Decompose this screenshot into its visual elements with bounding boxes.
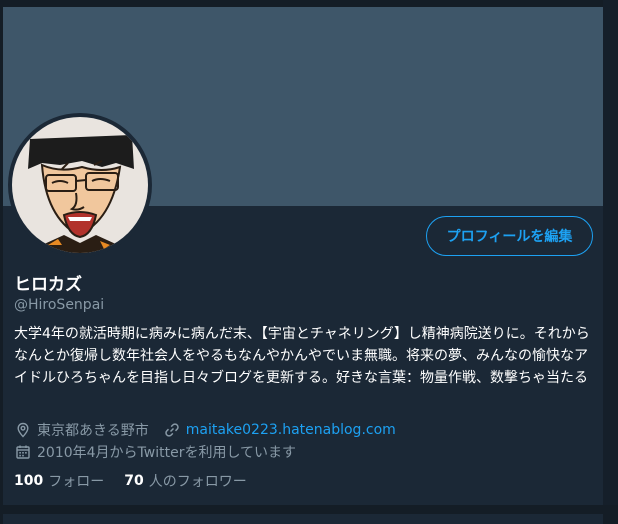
following-count: 100 (14, 473, 44, 489)
profile-bio: 大学4年の就活時期に病みに病んだ末、【宇宙とチャネリング】し精神病院送りに。それ… (14, 326, 590, 386)
calendar-icon (14, 443, 32, 461)
followers-label: 人のフォロワー (148, 474, 247, 490)
avatar[interactable] (8, 113, 152, 257)
edit-profile-button[interactable]: プロフィールを編集 (426, 216, 593, 256)
profile-handle: @HiroSenpai (14, 297, 105, 313)
profile-stats: 100 フォロー 70 人のフォロワー (14, 471, 267, 491)
profile-joined-date: 2010年4月からTwitterを利用しています (37, 445, 297, 461)
link-icon (163, 421, 181, 439)
followers-count: 70 (124, 473, 144, 489)
next-card-edge (3, 514, 603, 524)
profile-meta-joined-row: 2010年4月からTwitterを利用しています (14, 442, 296, 462)
following-label: フォロー (48, 474, 105, 490)
scroll-gutter (603, 0, 618, 522)
followers-stat[interactable]: 70 人のフォロワー (124, 471, 246, 491)
profile-meta-location-row: 東京都あきる野市 maitake0223.hatenablog.com (14, 420, 396, 440)
profile-location: 東京都あきる野市 (37, 423, 149, 439)
avatar-illustration (12, 117, 148, 253)
profile-website-link[interactable]: maitake0223.hatenablog.com (186, 422, 396, 438)
following-stat[interactable]: 100 フォロー (14, 471, 104, 491)
profile-name: ヒロカズ (14, 275, 82, 295)
location-pin-icon (14, 421, 32, 439)
